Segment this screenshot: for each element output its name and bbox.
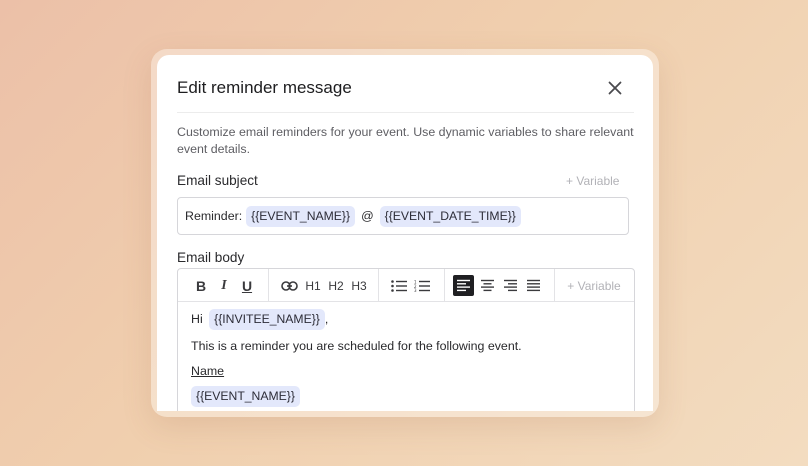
email-subject-label: Email subject — [177, 173, 258, 188]
body-add-variable-button[interactable]: + Variable — [564, 269, 624, 302]
align-center-button[interactable] — [477, 269, 498, 302]
event-name-line: {{EVENT_NAME}} — [191, 386, 300, 407]
subject-separator: @ — [361, 209, 374, 223]
subject-prefix-text: Reminder: — [185, 209, 243, 223]
invitee-name-chip[interactable]: {{INVITEE_NAME}} — [209, 309, 325, 330]
align-right-button[interactable] — [500, 269, 521, 302]
link-button[interactable] — [278, 269, 300, 302]
close-button[interactable] — [604, 77, 626, 99]
reminder-paragraph: This is a reminder you are scheduled for… — [191, 339, 522, 353]
toolbar-divider — [268, 269, 269, 302]
align-justify-icon — [527, 279, 540, 292]
align-left-active — [453, 275, 474, 296]
edit-reminder-dialog: Edit reminder message Customize email re… — [157, 55, 653, 411]
italic-button[interactable]: I — [213, 269, 235, 302]
email-body-label: Email body — [177, 250, 245, 265]
greeting-comma: , — [324, 312, 329, 326]
align-justify-button[interactable] — [523, 269, 544, 302]
editor-toolbar: B I U H1 H2 H3 1 2 3 + Variable — [178, 269, 634, 302]
subject-event-date-time-chip[interactable]: {{EVENT_DATE_TIME}} — [379, 205, 521, 227]
greeting-text: Hi — [191, 312, 203, 326]
svg-text:3: 3 — [414, 288, 417, 292]
bold-button[interactable]: B — [190, 269, 212, 302]
dialog-title: Edit reminder message — [177, 78, 352, 97]
email-subject-field[interactable]: Reminder: {{EVENT_NAME}} @ {{EVENT_DATE_… — [177, 197, 629, 235]
align-left-icon — [457, 279, 470, 292]
event-name-chip[interactable]: {{EVENT_NAME}} — [191, 386, 300, 407]
numbered-list-icon: 1 2 3 — [414, 280, 430, 292]
name-heading: Name — [191, 364, 225, 378]
header-divider — [177, 112, 634, 113]
underline-button[interactable]: U — [236, 269, 258, 302]
close-icon — [608, 81, 622, 95]
heading2-button[interactable]: H2 — [325, 269, 347, 302]
dialog-description: Customize email reminders for your event… — [177, 125, 634, 156]
bullet-list-icon — [391, 279, 407, 292]
toolbar-divider — [378, 269, 379, 302]
align-left-button[interactable] — [453, 275, 474, 296]
subject-event-name-chip[interactable]: {{EVENT_NAME}} — [246, 205, 356, 227]
subject-add-variable-button[interactable]: + Variable — [566, 174, 619, 188]
bullet-list-button[interactable] — [389, 269, 409, 302]
toolbar-divider — [554, 269, 555, 302]
heading3-button[interactable]: H3 — [348, 269, 370, 302]
greeting-line: Hi {{INVITEE_NAME}}, — [191, 309, 328, 330]
toolbar-divider — [444, 269, 445, 302]
align-right-icon — [504, 279, 517, 292]
link-icon — [280, 280, 298, 291]
align-center-icon — [481, 279, 494, 292]
email-body-editor[interactable]: B I U H1 H2 H3 1 2 3 + Variable Hi {{INV… — [177, 268, 635, 411]
numbered-list-button[interactable]: 1 2 3 — [412, 269, 432, 302]
heading1-button[interactable]: H1 — [302, 269, 324, 302]
